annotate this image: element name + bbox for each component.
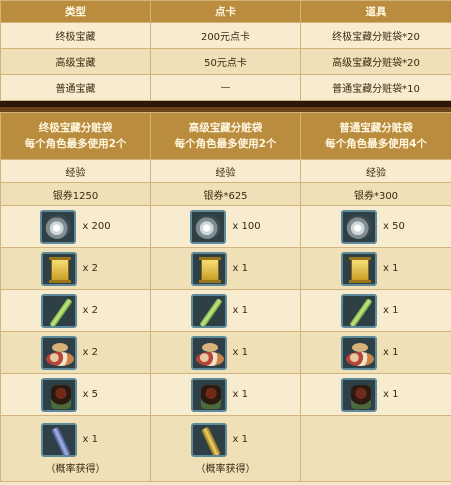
item-qty: x 1 [232, 263, 248, 274]
cell-item: 终极宝藏分赃袋*20 [300, 22, 451, 49]
exp-cell: 经验 [300, 159, 451, 183]
exp-row: 经验 经验 经验 [0, 159, 451, 183]
item-qty: x 1 [383, 263, 399, 274]
bamboo-scroll-icon [40, 293, 77, 328]
bag-contents-table: 终极宝藏分赃袋每个角色最多使用2个 高级宝藏分赃袋每个角色最多使用2个 普通宝藏… [0, 112, 451, 482]
sword-icon [40, 422, 77, 457]
bag-title: 普通宝藏分赃袋 [339, 122, 413, 134]
item-qty: x 2 [82, 305, 98, 316]
table-header-row: 类型 点卡 道具 [0, 0, 451, 23]
bag-limit: 每个角色最多使用2个 [174, 138, 277, 150]
header-card: 点卡 [150, 0, 301, 23]
item-qty: x 1 [232, 389, 248, 400]
silver-cell: 银券*625 [150, 182, 301, 206]
bag-title: 终极宝藏分赃袋 [38, 122, 113, 134]
food-platter-icon [190, 335, 227, 370]
table-row: 终极宝藏 200元点卡 终极宝藏分赃袋*20 [0, 22, 451, 49]
item-qty: x 2 [82, 263, 98, 274]
header-item: 道具 [300, 0, 451, 23]
cell-type: 终极宝藏 [0, 22, 151, 49]
header-type: 类型 [0, 0, 151, 23]
cell-type: 普通宝藏 [0, 74, 151, 101]
item-row: x 5 x 1 x 1 [0, 373, 451, 416]
bag-header-ultimate: 终极宝藏分赃袋每个角色最多使用2个 [0, 112, 151, 160]
armor-icon [190, 377, 227, 412]
cell-card: — [150, 74, 301, 101]
armor-icon [40, 377, 77, 412]
golden-scroll-icon [40, 251, 77, 286]
golden-scroll-icon [190, 251, 227, 286]
item-qty: x 1 [383, 347, 399, 358]
armor-icon [341, 377, 377, 412]
exp-cell: 经验 [0, 159, 151, 183]
empty-cell [300, 415, 451, 482]
item-qty: x 1 [82, 434, 98, 445]
item-row: x 200 x 100 x 50 [0, 205, 451, 248]
swirl-orb-icon [40, 209, 77, 244]
food-platter-icon [40, 335, 77, 370]
item-qty: x 100 [232, 221, 261, 232]
bag-title: 高级宝藏分赃袋 [188, 122, 263, 134]
item-qty: x 200 [82, 221, 111, 232]
silver-row: 银券1250 银券*625 银券*300 [0, 182, 451, 206]
bamboo-scroll-icon [190, 293, 227, 328]
swirl-orb-icon [341, 209, 377, 244]
cell-item: 普通宝藏分赃袋*10 [300, 74, 451, 101]
probability-note: （概率获得） [195, 463, 256, 475]
bag-limit: 每个角色最多使用4个 [325, 138, 427, 150]
item-qty: x 1 [383, 305, 399, 316]
bag-limit: 每个角色最多使用2个 [24, 138, 127, 150]
cell-item: 高级宝藏分赃袋*20 [300, 48, 451, 75]
bamboo-scroll-icon [341, 293, 377, 328]
item-row: x 1 （概率获得） x 1 （概率获得） [0, 415, 451, 482]
table-row: 普通宝藏 — 普通宝藏分赃袋*10 [0, 74, 451, 101]
item-qty: x 50 [383, 221, 405, 232]
cell-card: 200元点卡 [150, 22, 301, 49]
item-qty: x 1 [232, 347, 248, 358]
item-qty: x 2 [82, 347, 98, 358]
bag-header-row: 终极宝藏分赃袋每个角色最多使用2个 高级宝藏分赃袋每个角色最多使用2个 普通宝藏… [0, 112, 451, 160]
item-row: x 2 x 1 x 1 [0, 247, 451, 290]
probability-note: （概率获得） [45, 463, 106, 475]
item-qty: x 5 [82, 389, 98, 400]
item-row: x 2 x 1 x 1 [0, 331, 451, 374]
item-qty: x 1 [232, 305, 248, 316]
item-qty: x 1 [383, 389, 399, 400]
golden-scroll-icon [341, 251, 377, 286]
silver-cell: 银券1250 [0, 182, 151, 206]
item-qty: x 1 [232, 434, 248, 445]
food-platter-icon [341, 335, 377, 370]
sword-icon [190, 422, 227, 457]
exp-cell: 经验 [150, 159, 301, 183]
treasure-type-table: 类型 点卡 道具 终极宝藏 200元点卡 终极宝藏分赃袋*20 高级宝藏 50元… [0, 0, 451, 101]
cell-type: 高级宝藏 [0, 48, 151, 75]
silver-cell: 银券*300 [300, 182, 451, 206]
swirl-orb-icon [190, 209, 227, 244]
reward-page: 类型 点卡 道具 终极宝藏 200元点卡 终极宝藏分赃袋*20 高级宝藏 50元… [0, 0, 451, 485]
bag-header-normal: 普通宝藏分赃袋每个角色最多使用4个 [300, 112, 451, 160]
cell-card: 50元点卡 [150, 48, 301, 75]
item-row: x 2 x 1 x 1 [0, 289, 451, 332]
bag-header-advanced: 高级宝藏分赃袋每个角色最多使用2个 [150, 112, 301, 160]
table-row: 高级宝藏 50元点卡 高级宝藏分赃袋*20 [0, 48, 451, 75]
